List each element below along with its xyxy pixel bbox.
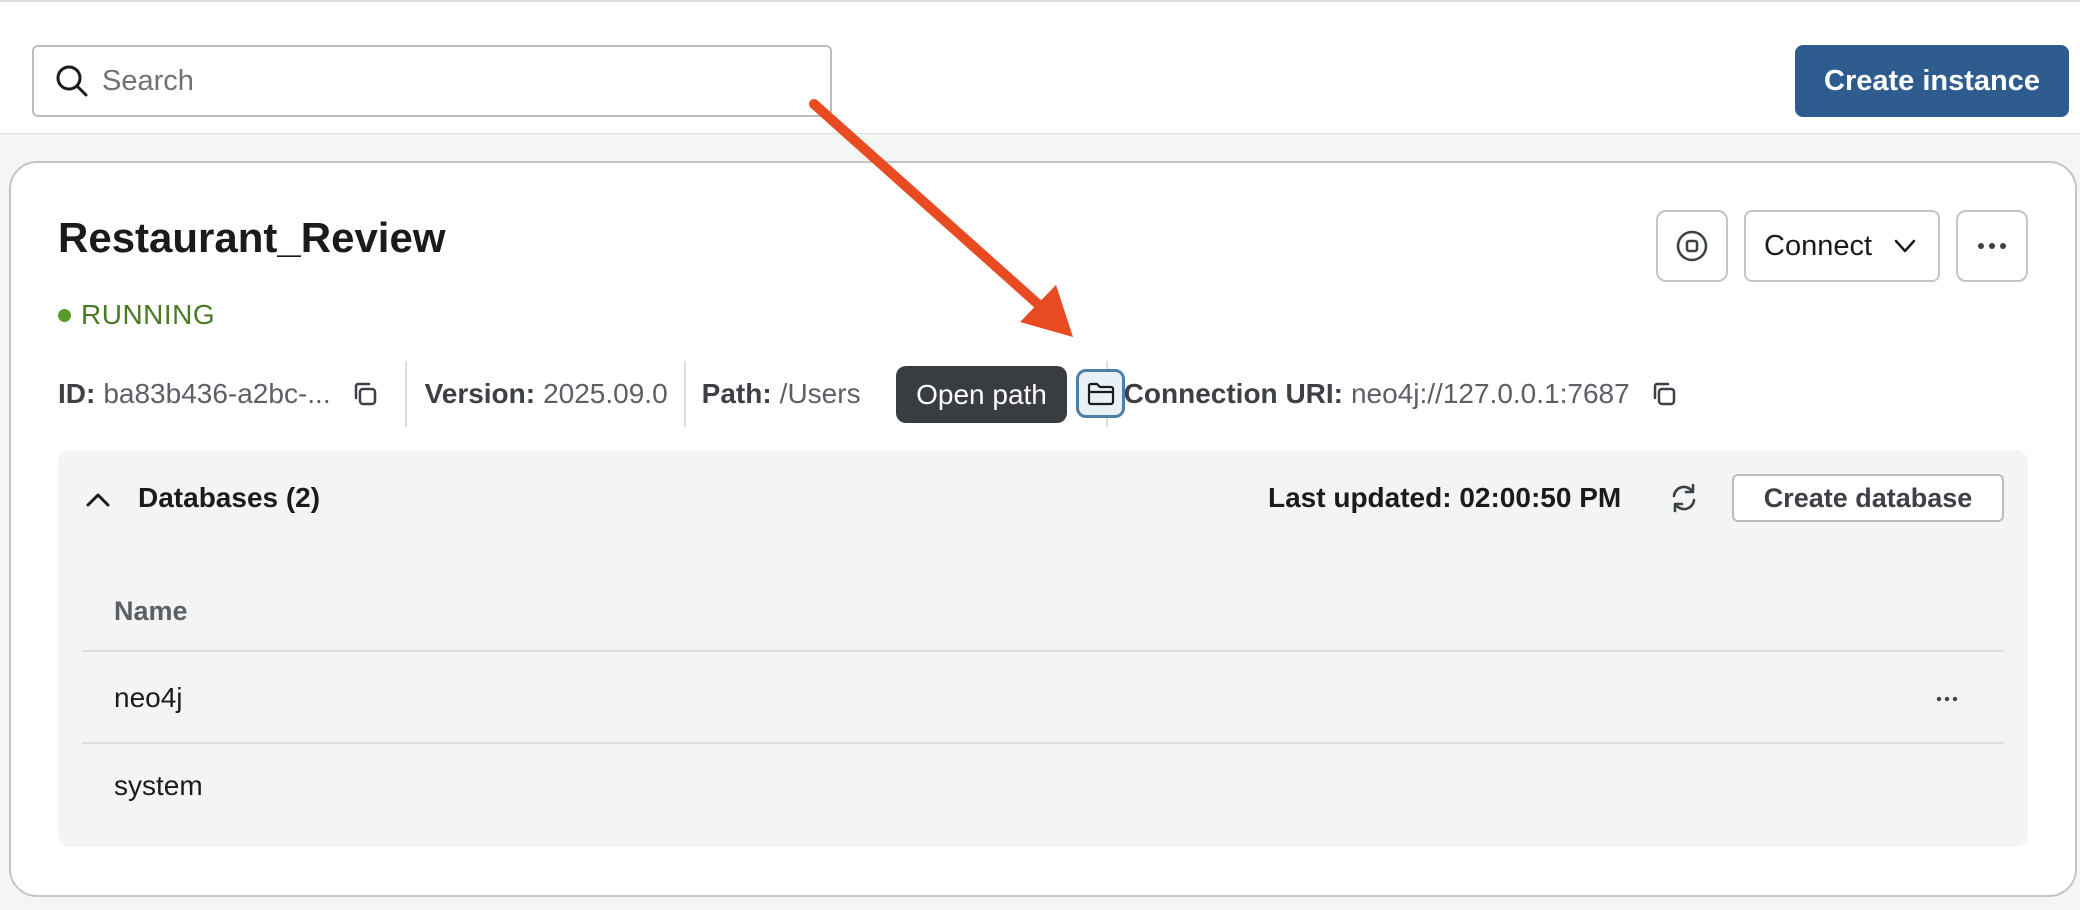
stop-icon <box>1676 230 1708 262</box>
chevron-up-icon[interactable] <box>84 486 112 514</box>
chevron-down-icon <box>1894 239 1916 253</box>
more-horizontal-icon <box>1936 696 1958 702</box>
table-header-divider <box>82 650 2004 652</box>
version-value: 2025.09.0 <box>543 378 668 409</box>
create-database-button[interactable]: Create database <box>1732 474 2004 522</box>
more-horizontal-icon <box>1978 243 2006 249</box>
open-path-button[interactable] <box>1076 369 1125 418</box>
uri-label: Connection URI: <box>1123 378 1343 409</box>
databases-title[interactable]: Databases (2) <box>138 482 320 514</box>
column-header-name: Name <box>114 596 188 626</box>
id-value: ba83b436-a2bc-... <box>103 378 331 409</box>
table-row[interactable]: system <box>114 770 203 802</box>
connect-label: Connect <box>1764 229 1873 262</box>
stop-button[interactable] <box>1656 210 1728 282</box>
top-bar: Create instance <box>0 0 2080 134</box>
copy-icon[interactable] <box>351 380 379 408</box>
more-options-button[interactable] <box>1956 210 2028 282</box>
connection-uri: Connection URI: neo4j://127.0.0.1:7687 <box>1108 360 1678 428</box>
search-icon <box>56 65 88 97</box>
folder-icon <box>1087 382 1114 405</box>
table-row[interactable]: neo4j <box>114 682 183 714</box>
create-instance-button[interactable]: Create instance <box>1795 45 2069 117</box>
table-row-divider <box>82 742 2004 744</box>
connect-dropdown[interactable]: Connect <box>1744 210 1940 282</box>
path-label: Path: <box>701 378 772 409</box>
refresh-icon[interactable] <box>1668 482 1700 514</box>
row-more-button[interactable] <box>1930 682 1964 716</box>
copy-icon[interactable] <box>1650 380 1678 408</box>
search-box[interactable] <box>32 45 832 117</box>
status-badge: RUNNING <box>58 299 215 331</box>
last-updated-text: Last updated: 02:00:50 PM <box>1268 482 1622 513</box>
instance-version: Version: 2025.09.0 <box>407 360 684 428</box>
status-dot-icon <box>58 308 71 322</box>
search-input[interactable] <box>102 64 802 98</box>
instance-id: ID: ba83b436-a2bc-... <box>58 360 405 428</box>
instance-title: Restaurant_Review <box>58 214 446 261</box>
id-label: ID: <box>58 378 96 409</box>
status-text: RUNNING <box>81 299 216 330</box>
version-label: Version: <box>424 378 536 409</box>
open-path-tooltip: Open path <box>896 366 1067 423</box>
uri-value: neo4j://127.0.0.1:7687 <box>1350 378 1630 409</box>
path-value: /Users <box>779 378 861 409</box>
